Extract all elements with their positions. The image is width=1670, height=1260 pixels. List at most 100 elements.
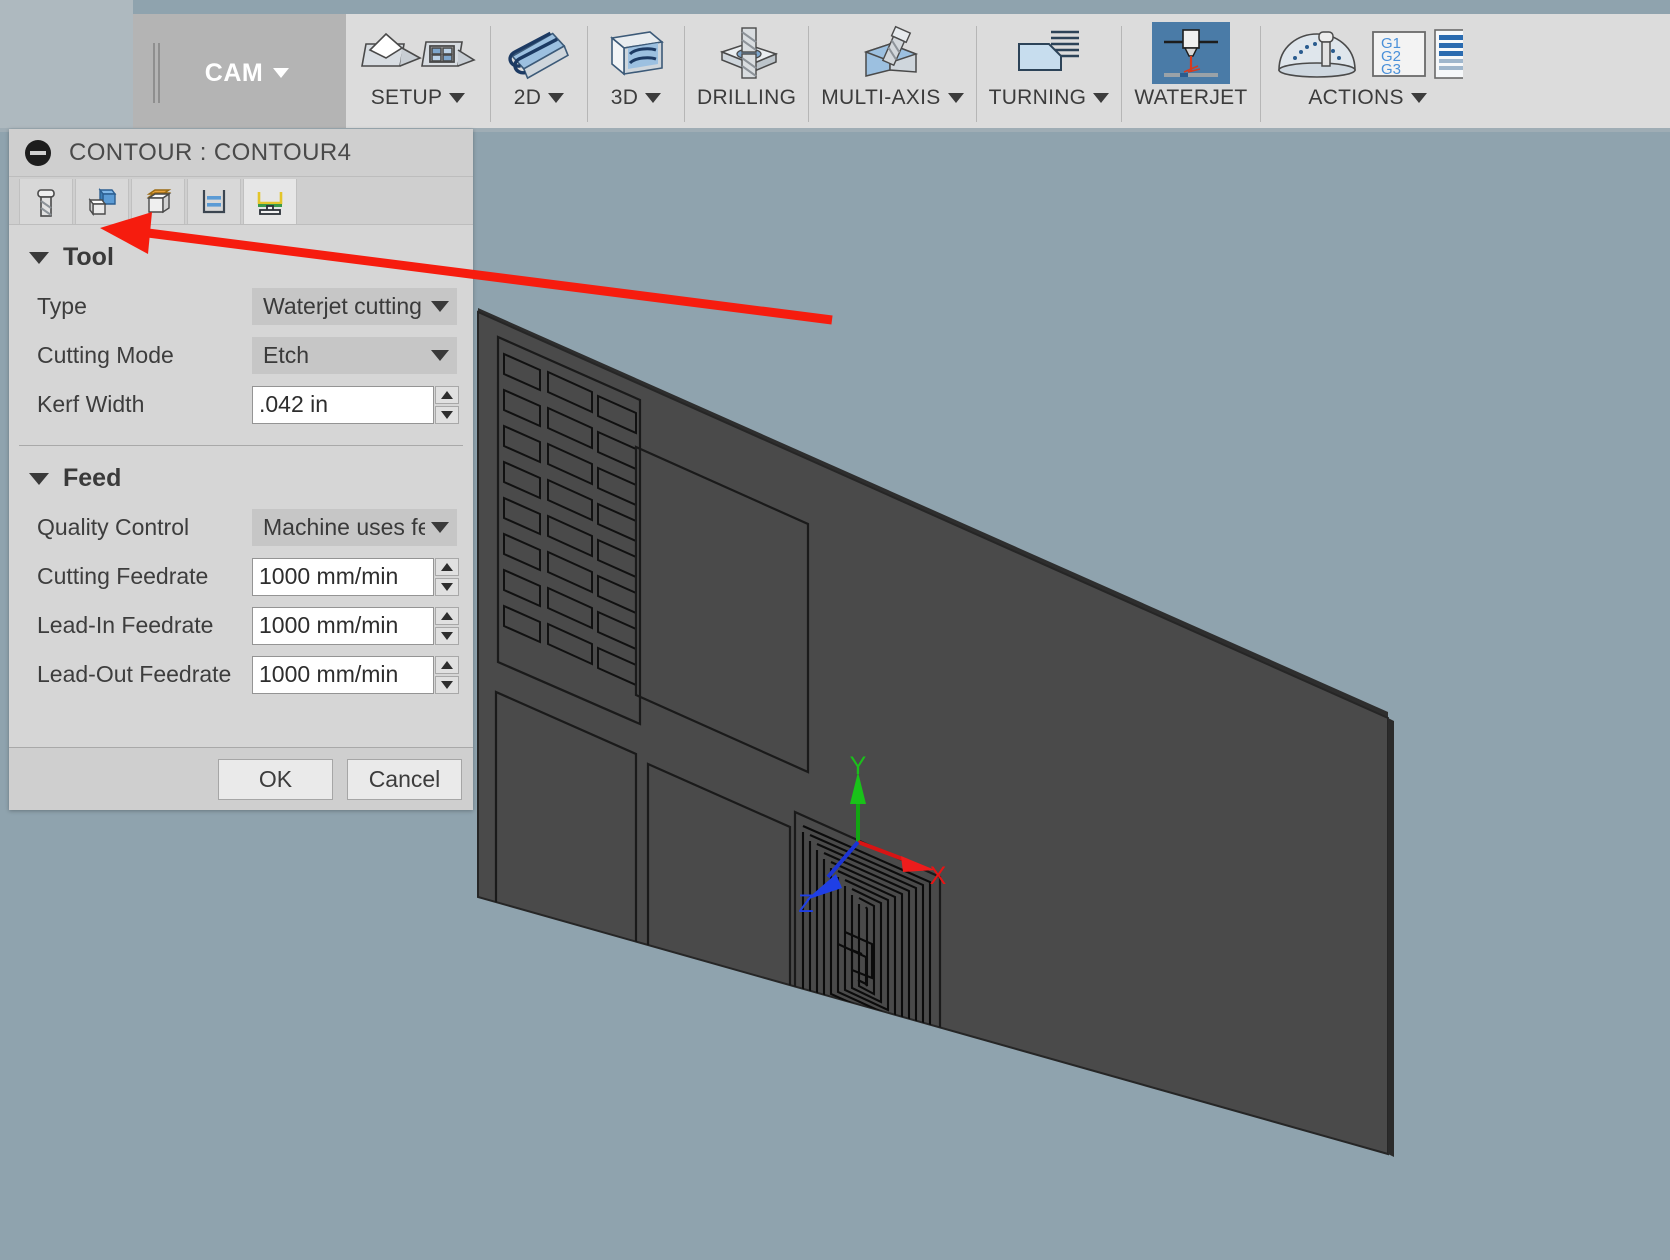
lead-out-feedrate-stepper[interactable] [252, 655, 459, 694]
multi-axis-icon [850, 22, 934, 84]
ok-button[interactable]: OK [218, 758, 333, 800]
ribbon-left-filler [0, 0, 133, 132]
setup-icon [358, 22, 478, 84]
ribbon-group-2d-label: 2D [513, 86, 542, 109]
cutting-feedrate-input[interactable] [252, 557, 434, 596]
waterjet-icon [1151, 22, 1230, 84]
kerf-width-increment-button[interactable] [435, 385, 459, 404]
ribbon-group-3d[interactable]: 3D [588, 14, 684, 132]
ribbon-group-setup-label: SETUP [370, 86, 443, 109]
cutting-feedrate-decrement-button[interactable] [435, 577, 459, 596]
ribbon-group-waterjet-label: WATERJET [1134, 86, 1248, 109]
ribbon-toolbar: CAM SETUP 2D 3D DRILLING MULTI-AXIS TURN… [0, 0, 1670, 132]
lead-out-feedrate-increment-button[interactable] [435, 655, 459, 674]
endmill-tool-icon [37, 188, 55, 217]
svg-text:G3: G3 [1381, 61, 1401, 78]
toolpath-2d-icon [503, 22, 575, 84]
ribbon-group-actions[interactable]: G1 G2 G3 ACTIONS [1261, 14, 1475, 132]
cutting-mode-dropdown[interactable]: Etch [252, 337, 457, 374]
chevron-down-icon [548, 93, 565, 103]
turning-icon [1009, 22, 1089, 84]
chevron-down-icon [431, 350, 449, 361]
chevron-down-icon [1093, 93, 1110, 103]
ribbon-group-waterjet[interactable]: WATERJET [1122, 14, 1259, 132]
drilling-icon [708, 22, 786, 84]
tab-linking[interactable] [243, 179, 297, 224]
cutting-feedrate-stepper[interactable] [252, 557, 459, 596]
lead-in-feedrate-stepper[interactable] [252, 606, 459, 645]
ribbon-group-turning[interactable]: TURNING [977, 14, 1122, 132]
workspace-label: CAM [204, 58, 264, 87]
kerf-width-stepper[interactable] [252, 385, 459, 424]
quality-control-value: Machine uses fe... [263, 514, 425, 540]
label-kerf-width: Kerf Width [37, 391, 145, 417]
ribbon-group-drilling-label: DRILLING [697, 86, 797, 109]
collapse-triangle-icon[interactable] [29, 251, 49, 264]
ribbon-group-setup[interactable]: SETUP [346, 14, 490, 132]
field-row-cutting-mode: Cutting Mode Etch [9, 331, 473, 380]
type-value: Waterjet cutting [263, 293, 422, 319]
label-type: Type [37, 293, 87, 319]
field-row-quality-control: Quality Control Machine uses fe... [9, 503, 473, 552]
toolpath-3d-icon [600, 22, 672, 84]
field-row-lead-out-feedrate: Lead-Out Feedrate [9, 650, 473, 699]
ribbon-group-turning-label: TURNING [988, 86, 1087, 109]
dialog-tab-strip[interactable] [9, 177, 473, 225]
kerf-width-decrement-button[interactable] [435, 405, 459, 424]
chevron-down-icon [947, 93, 964, 103]
chevron-down-icon [1410, 93, 1427, 103]
field-row-kerf-width: Kerf Width [9, 380, 473, 429]
section-title-feed: Feed [63, 464, 122, 492]
tab-passes[interactable] [187, 179, 241, 224]
label-quality-control: Quality Control [37, 514, 190, 540]
field-row-lead-in-feedrate: Lead-In Feedrate [9, 601, 473, 650]
ribbon-group-3d-label: 3D [610, 86, 639, 109]
dialog-footer: OK Cancel [9, 747, 473, 810]
dialog-body: Tool Type Waterjet cutting Cutting Mode … [9, 225, 473, 747]
blue-cube-geometry-icon [88, 187, 117, 216]
chevron-down-icon [273, 68, 290, 78]
lead-out-feedrate-decrement-button[interactable] [435, 675, 459, 694]
cancel-button[interactable]: Cancel [347, 758, 462, 800]
page-title: CONTOUR : CONTOUR4 [69, 138, 352, 166]
tab-tool[interactable] [19, 179, 73, 224]
kerf-width-input[interactable] [252, 385, 434, 424]
ribbon-group-multi-axis[interactable]: MULTI-AXIS [809, 14, 975, 132]
label-cutting-feedrate: Cutting Feedrate [37, 563, 209, 589]
passes-layers-icon [202, 189, 226, 213]
lead-in-feedrate-increment-button[interactable] [435, 606, 459, 625]
quality-control-dropdown[interactable]: Machine uses fe... [252, 509, 457, 546]
cutting-mode-value: Etch [263, 342, 310, 368]
ribbon-group-multi-axis-label: MULTI-AXIS [821, 86, 941, 109]
label-lead-out-feedrate: Lead-Out Feedrate [37, 661, 232, 687]
chevron-down-icon [431, 301, 449, 312]
ribbon-grip [153, 43, 160, 103]
label-lead-in-feedrate: Lead-In Feedrate [37, 612, 214, 638]
lead-in-feedrate-input[interactable] [252, 606, 434, 645]
minimize-icon[interactable] [25, 139, 51, 166]
axis-label-y: Y [850, 752, 867, 780]
ribbon-group-2d[interactable]: 2D [491, 14, 587, 132]
axis-label-x: X [930, 862, 947, 890]
type-dropdown[interactable]: Waterjet cutting [252, 288, 457, 325]
lead-out-feedrate-input[interactable] [252, 655, 434, 694]
section-title-tool: Tool [63, 243, 114, 271]
lead-in-feedrate-decrement-button[interactable] [435, 626, 459, 645]
workspace-switcher[interactable]: CAM [133, 14, 346, 132]
cutting-feedrate-increment-button[interactable] [435, 557, 459, 576]
section-header-feed[interactable]: Feed [9, 446, 473, 503]
dialog-title-bar[interactable]: CONTOUR : CONTOUR4 [9, 129, 473, 177]
tab-heights[interactable] [131, 179, 185, 224]
actions-icon: G1 G2 G3 [1273, 22, 1463, 84]
axis-label-z: Z [798, 890, 813, 918]
label-cutting-mode: Cutting Mode [37, 342, 174, 368]
ribbon-group-drilling[interactable]: DRILLING [685, 14, 808, 132]
collapse-triangle-icon[interactable] [29, 472, 49, 485]
contour-operation-dialog[interactable]: CONTOUR : CONTOUR4 Tool Type Waterjet cu… [9, 129, 473, 810]
chevron-down-icon [645, 93, 662, 103]
orange-top-cube-icon [146, 188, 172, 213]
section-header-tool[interactable]: Tool [9, 225, 473, 282]
tab-geometry[interactable] [75, 179, 129, 224]
linking-leads-icon [257, 191, 283, 215]
field-row-cutting-feedrate: Cutting Feedrate [9, 552, 473, 601]
